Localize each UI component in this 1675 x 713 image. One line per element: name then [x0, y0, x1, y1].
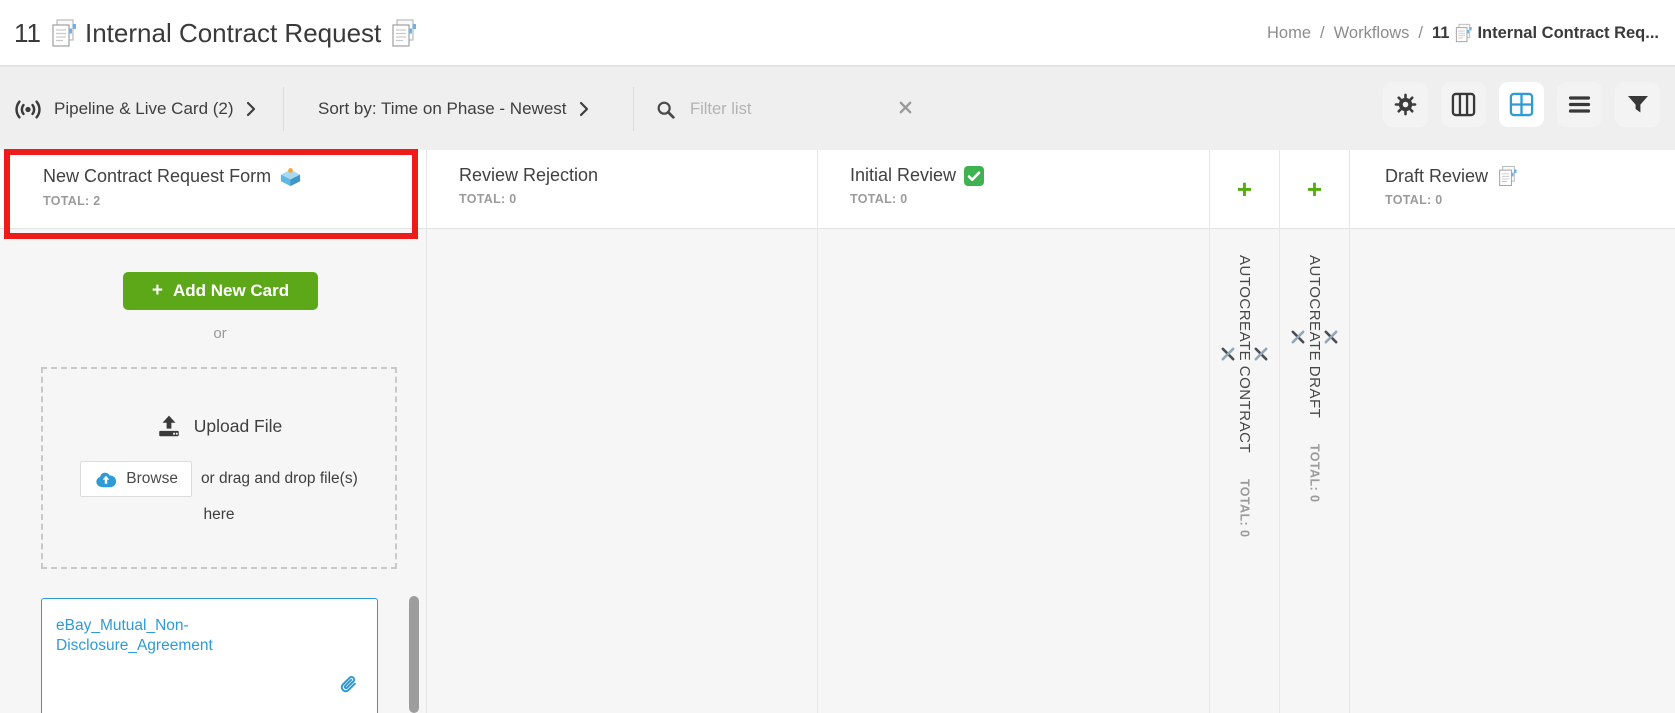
column-total: TOTAL: 0: [459, 192, 517, 206]
tools-icon: [1253, 340, 1269, 368]
column-title: Initial Review: [850, 165, 957, 185]
tools-icon: [1323, 323, 1339, 351]
paperclip-icon: [335, 671, 362, 698]
or-label: or: [213, 325, 227, 342]
toolbar: Pipeline & Live Card (2) Sort by: Time o…: [0, 66, 1675, 150]
columns-view-button[interactable]: [1441, 82, 1486, 127]
column-total: TOTAL: 0: [850, 192, 908, 206]
clear-filter-icon[interactable]: [898, 100, 913, 115]
list-view-icon: [1567, 92, 1592, 117]
column-body: [818, 229, 1209, 713]
column-body: AUTOCREATE CONTRACT TOTAL: 0: [1210, 229, 1279, 713]
column-header: +: [1280, 150, 1349, 229]
columns-view-icon: [1451, 92, 1476, 117]
vertical-column-total: TOTAL: 0: [1237, 479, 1252, 538]
column-new-contract-request-form: New Contract Request Form TOTAL: 2 + Add…: [0, 150, 427, 713]
breadcrumb-separator: /: [1320, 23, 1325, 42]
add-new-card-button[interactable]: + Add New Card: [123, 272, 318, 310]
column-total: TOTAL: 2: [43, 194, 101, 208]
tools-icon: [1290, 323, 1306, 351]
pipeline-selector-label: Pipeline & Live Card (2): [54, 99, 234, 118]
vertical-column-total: TOTAL: 0: [1307, 444, 1322, 503]
filter-button[interactable]: [1615, 82, 1660, 127]
column-review-rejection: Review Rejection TOTAL: 0: [427, 150, 818, 713]
breadcrumb-workflows-link[interactable]: Workflows: [1334, 24, 1410, 43]
document-icon: [48, 18, 78, 48]
column-header: Review Rejection TOTAL: 0: [427, 150, 817, 229]
card-title: eBay_Mutual_Non-Disclosure_Agreement: [56, 617, 213, 654]
settings-button[interactable]: [1383, 82, 1428, 127]
column-scrollbar-thumb[interactable]: [409, 596, 419, 713]
grid-view-button[interactable]: [1499, 82, 1544, 127]
page-title: 11 Internal Contract Request: [14, 0, 418, 66]
search-icon: [655, 99, 677, 121]
add-card-plus-button[interactable]: +: [1237, 176, 1252, 202]
column-autocreate-draft: + AUTOCREATE DRAFT TOTAL: 0: [1280, 150, 1350, 713]
page-title-number: 11: [14, 17, 41, 48]
card-ebay-mutual-nda[interactable]: eBay_Mutual_Non-Disclosure_Agreement: [41, 598, 378, 713]
column-body: [1350, 229, 1675, 713]
filter-input[interactable]: [690, 94, 880, 124]
drag-drop-text-line2: here: [203, 506, 235, 523]
sort-selector[interactable]: Sort by: Time on Phase - Newest: [318, 67, 589, 151]
breadcrumb-current: 11 Internal Contract Req...: [1432, 23, 1659, 43]
vertical-title-text: AUTOCREATE CONTRACT: [1236, 255, 1253, 454]
add-new-card-label: Add New Card: [172, 281, 290, 300]
breadcrumb-current-text: Internal Contract Req...: [1477, 23, 1659, 42]
grid-view-icon: [1509, 92, 1534, 117]
column-title: New Contract Request Form: [43, 166, 272, 186]
drag-drop-text: or drag and drop file(s): [200, 470, 358, 487]
filter-funnel-icon: [1626, 93, 1650, 117]
toolbar-divider: [283, 87, 284, 131]
top-bar: 11 Internal Contract Request Home / Work…: [0, 0, 1675, 66]
add-card-plus-button[interactable]: +: [1307, 176, 1322, 202]
vertical-column-title: AUTOCREATE DRAFT: [1290, 255, 1339, 418]
column-header: Draft Review TOTAL: 0: [1350, 150, 1675, 229]
upload-file-label: Upload File: [193, 415, 283, 436]
column-title: Review Rejection: [459, 165, 599, 185]
column-body: AUTOCREATE DRAFT TOTAL: 0: [1280, 229, 1349, 713]
vertical-column-title: AUTOCREATE CONTRACT: [1220, 255, 1269, 453]
document-icon: [1496, 165, 1518, 187]
settings-gear-icon: [1393, 92, 1418, 117]
breadcrumb-separator: /: [1418, 23, 1424, 42]
toolbar-divider: [633, 87, 634, 131]
breadcrumb-current-number: 11: [1432, 23, 1450, 42]
vertical-title-text: AUTOCREATE DRAFT: [1306, 255, 1323, 419]
column-body: [427, 229, 817, 713]
column-header: New Contract Request Form TOTAL: 2: [0, 150, 426, 229]
document-icon: [1453, 23, 1473, 43]
pipeline-selector[interactable]: Pipeline & Live Card (2): [14, 67, 256, 151]
breadcrumb-home-link[interactable]: Home: [1267, 24, 1311, 43]
file-dropzone[interactable]: Upload File Browse or drag and drop file…: [41, 367, 397, 569]
kanban-board: New Contract Request Form TOTAL: 2 + Add…: [0, 149, 1675, 713]
outbox-tray-icon: [279, 165, 302, 188]
sort-selector-label: Sort by: Time on Phase - Newest: [318, 99, 567, 118]
column-autocreate-contract: + AUTOCREATE CONTRACT TOTAL: 0: [1210, 150, 1280, 713]
column-draft-review: Draft Review TOTAL: 0: [1350, 150, 1675, 713]
page-title-text: Internal Contract Request: [85, 17, 382, 48]
tools-icon: [1220, 340, 1236, 368]
column-initial-review: Initial Review TOTAL: 0: [818, 150, 1210, 713]
list-view-button[interactable]: [1557, 82, 1602, 127]
browse-button[interactable]: Browse: [80, 461, 192, 497]
view-buttons: [1383, 82, 1660, 127]
column-body: + Add New Card or Upload File Browse or: [0, 229, 426, 713]
column-header: Initial Review TOTAL: 0: [818, 150, 1209, 229]
column-title: Draft Review: [1385, 165, 1489, 186]
breadcrumb: Home / Workflows / 11 Internal Contract …: [1267, 0, 1659, 66]
upload-icon: [156, 414, 182, 439]
check-mark-icon: [964, 165, 985, 186]
live-icon: [14, 97, 42, 122]
chevron-right-icon: [246, 101, 256, 117]
workflow-kanban-screen: 11 Internal Contract Request Home / Work…: [0, 0, 1675, 713]
browse-button-label: Browse: [126, 470, 178, 487]
document-icon: [388, 18, 418, 48]
column-header: +: [1210, 150, 1279, 229]
column-total: TOTAL: 0: [1385, 193, 1443, 207]
plus-icon: +: [151, 280, 163, 301]
cloud-upload-icon: [94, 471, 118, 488]
chevron-right-icon: [579, 101, 589, 117]
